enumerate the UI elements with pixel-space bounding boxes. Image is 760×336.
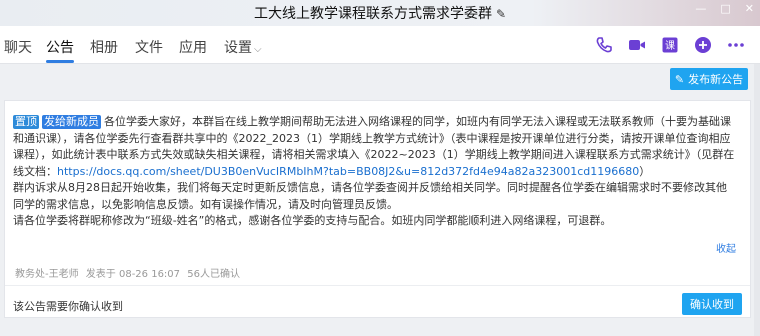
tab-settings[interactable]: 设置 ⌵ — [224, 37, 262, 57]
author: 教务处-王老师 — [15, 269, 79, 280]
window-controls: — □ ✕ — [695, 2, 754, 15]
scrollbar[interactable] — [754, 64, 760, 336]
maximize-button[interactable]: □ — [720, 2, 730, 15]
publish-announcement-button[interactable]: ✎ 发布新公告 — [670, 68, 748, 90]
tab-apps[interactable]: 应用 — [179, 37, 207, 57]
confirm-count[interactable]: 56人已确认 — [187, 269, 240, 280]
tab-announcements[interactable]: 公告 — [46, 37, 74, 57]
minimize-button[interactable]: — — [695, 2, 706, 15]
announcement-card: 置顶 发给新成员 各位学委大家好，本群旨在线上教学期间帮助无法进入网络课程的同学，如… — [4, 100, 751, 318]
publish-button-label: 发布新公告 — [688, 73, 744, 86]
edit-title-icon[interactable]: ✎ — [496, 7, 506, 21]
video-icon[interactable] — [627, 35, 647, 55]
tab-files[interactable]: 文件 — [135, 37, 163, 57]
tab-chat[interactable]: 聊天 — [4, 37, 32, 57]
tab-album[interactable]: 相册 — [90, 37, 118, 57]
publish-icon: ✎ — [674, 72, 685, 86]
new-member-badge: 发给新成员 — [42, 115, 101, 129]
confirm-received-button[interactable]: 确认收到 — [682, 293, 742, 315]
group-tab-bar: 聊天 公告 相册 文件 应用 设置 ⌵ 课 — [0, 26, 760, 64]
more-icon[interactable] — [726, 35, 746, 55]
window-title: 工大线上教学课程联系方式需求学委群 — [253, 6, 492, 22]
window-title-wrap: 工大线上教学课程联系方式需求学委群 ✎ — [0, 3, 760, 23]
announcement-meta: 教务处-王老师 发表于 08-26 16:07 56人已确认 — [15, 265, 244, 280]
phone-icon[interactable] — [594, 35, 614, 55]
tab-settings-label: 设置 — [224, 40, 252, 56]
announcement-para2: 群内诉求从8月28日起开始收集，我们将每天定时更新反馈信息，请各位学委查阅并反馈… — [13, 181, 727, 211]
announcement-para3: 请各位学委将群昵称修改为“班级-姓名”的格式，感谢各位学委的支持与配合。如班内同… — [13, 214, 612, 227]
chevron-down-icon: ⌵ — [254, 44, 262, 55]
class-icon-glyph: 课 — [665, 40, 675, 52]
post-time: 发表于 08-26 16:07 — [85, 269, 181, 280]
announcement-content: 置顶 发给新成员 各位学委大家好，本群旨在线上教学期间帮助无法进入网络课程的同学，如… — [13, 114, 737, 230]
doc-link[interactable]: https://docs.qq.com/sheet/DU3B0enVucIRMb… — [57, 165, 639, 178]
class-icon[interactable]: 课 — [660, 35, 680, 55]
announcement-para1-end: ） — [639, 164, 651, 178]
add-icon[interactable] — [693, 35, 713, 55]
active-tab-indicator — [46, 60, 74, 63]
pinned-badge: 置顶 — [13, 115, 39, 129]
close-button[interactable]: ✕ — [745, 2, 754, 15]
collapse-link[interactable]: 收起 — [716, 240, 736, 255]
confirm-prompt: 该公告需要你确认收到 — [13, 300, 123, 313]
divider — [5, 285, 750, 286]
window-titlebar: 工大线上教学课程联系方式需求学委群 ✎ — □ ✕ — [0, 0, 760, 26]
